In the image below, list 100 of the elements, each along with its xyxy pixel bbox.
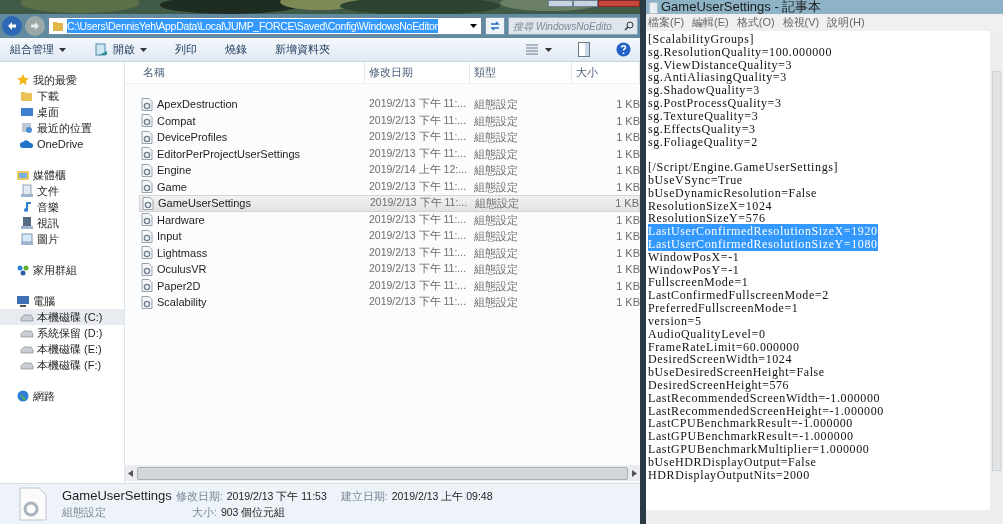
vertical-scrollbar[interactable] xyxy=(990,31,1003,510)
settings-file-icon xyxy=(141,246,153,260)
computer-icon xyxy=(16,294,30,308)
sidebar-item[interactable]: 音樂 xyxy=(0,199,124,215)
file-name: Hardware xyxy=(157,212,205,228)
toolbar-button[interactable]: 列印 xyxy=(171,39,201,60)
column-header[interactable]: 修改日期 xyxy=(365,62,470,83)
file-name: ApexDestruction xyxy=(157,97,238,112)
file-row[interactable]: Scalability 2019/2/13 下午 11:... 組態設定 1 KB xyxy=(139,294,640,311)
window-title: GameUserSettings - 記事本 xyxy=(661,0,822,14)
sidebar-item[interactable]: 電腦 xyxy=(0,293,124,309)
settings-file-icon xyxy=(141,295,153,309)
file-row[interactable]: Lightmass 2019/2/13 下午 11:... 組態設定 1 KB xyxy=(139,244,640,261)
type-cell-text: 組態設定 xyxy=(473,278,519,294)
date-cell-text: 2019/2/13 下午 11:... xyxy=(368,178,468,194)
text-line: sg.PostProcessQuality=3 xyxy=(648,96,782,111)
horizontal-scrollbar[interactable] xyxy=(125,465,640,481)
size-cell-text: 1 KB xyxy=(615,163,640,178)
settings-file-icon xyxy=(141,180,153,194)
file-name: GameUserSettings xyxy=(158,196,251,211)
settings-file-icon xyxy=(141,229,153,243)
file-row[interactable]: ApexDestruction 2019/2/13 下午 11:... 組態設定 1 KB xyxy=(139,96,640,113)
sidebar-item[interactable]: 視訊 xyxy=(0,215,124,231)
back-button[interactable] xyxy=(2,16,22,36)
sidebar-item[interactable]: 文件 xyxy=(0,183,124,199)
file-row[interactable]: EditorPerProjectUserSettings 2019/2/13 下午 11:... 組態設定 1 KB xyxy=(139,145,640,162)
text-line: version=5 xyxy=(648,313,702,328)
sidebar-item[interactable]: 本機磁碟 (E:) xyxy=(0,341,124,357)
caret-icon xyxy=(545,47,552,52)
type-cell-text: 組態設定 xyxy=(473,130,519,145)
file-row[interactable]: DeviceProfiles 2019/2/13 下午 11:... 組態設定 1 KB xyxy=(139,129,640,146)
refresh-button[interactable] xyxy=(485,17,505,35)
column-header[interactable]: 名稱 xyxy=(125,62,365,83)
scroll-left-icon xyxy=(128,469,134,477)
sidebar-item[interactable]: 下載 xyxy=(0,88,124,104)
preview-pane-icon xyxy=(578,42,590,57)
file-type: 組態設定 xyxy=(62,505,107,520)
forward-arrow-icon xyxy=(30,21,40,31)
toolbar-button[interactable]: 組合管理 xyxy=(6,39,70,60)
sidebar-item[interactable]: 最近的位置 xyxy=(0,120,124,136)
settings-file-icon xyxy=(141,279,153,293)
sidebar-item[interactable]: 家用群組 xyxy=(0,262,124,278)
size-cell-text: 1 KB xyxy=(615,179,640,195)
film-icon xyxy=(20,216,34,230)
size-cell-text: 1 KB xyxy=(614,196,639,211)
caret-icon xyxy=(140,47,147,52)
date-cell-text: 2019/2/13 下午 11:... xyxy=(368,294,468,310)
file-row[interactable]: Engine 2019/2/14 上午 12:... 組態設定 1 KB xyxy=(139,162,640,179)
menu-item[interactable]: 說明(H) xyxy=(827,14,865,31)
sidebar-item[interactable]: 媒體櫃 xyxy=(0,167,124,183)
search-field[interactable]: 搜尋 WindowsNoEdito xyxy=(508,17,638,35)
toolbar-button[interactable]: 開啟 xyxy=(90,39,151,60)
settings-file-icon xyxy=(141,114,153,128)
toolbar-button[interactable]: 燒錄 xyxy=(221,39,251,60)
toolbar-button[interactable]: 新增資料夾 xyxy=(271,39,334,60)
file-row[interactable]: GameUserSettings 2019/2/13 下午 11:... 組態設定 1 KB xyxy=(139,195,640,212)
picture-icon xyxy=(20,232,34,246)
file-name: DeviceProfiles xyxy=(157,130,228,145)
menu-item[interactable]: 格式(O) xyxy=(736,14,775,31)
folder-icon xyxy=(20,89,34,103)
sidebar-item[interactable]: 圖片 xyxy=(0,231,124,247)
file-row[interactable]: Hardware 2019/2/13 下午 11:... 組態設定 1 KB xyxy=(139,211,640,228)
sidebar-item[interactable]: 本機磁碟 (C:) xyxy=(0,309,124,325)
type-cell-text: 組態設定 xyxy=(473,295,519,310)
sidebar-item[interactable]: 系統保留 (D:) xyxy=(0,325,124,341)
maximize-button[interactable] xyxy=(573,0,598,7)
forward-button[interactable] xyxy=(25,16,45,36)
file-name: Lightmass xyxy=(157,245,208,261)
preview-pane-button[interactable] xyxy=(575,39,593,60)
file-row[interactable]: OculusVR 2019/2/13 下午 11:... 組態設定 1 KB xyxy=(139,261,640,278)
file-row[interactable]: Game 2019/2/13 下午 11:... 組態設定 1 KB xyxy=(139,178,640,195)
menu-item[interactable]: 檔案(F) xyxy=(648,14,685,31)
sidebar-item[interactable]: 本機磁碟 (F:) xyxy=(0,357,124,373)
back-arrow-icon xyxy=(7,21,17,31)
star-icon xyxy=(16,73,30,87)
text-line: WindowPosX=-1 xyxy=(648,249,740,264)
close-button[interactable] xyxy=(598,0,640,7)
size-cell-text: 1 KB xyxy=(615,146,640,162)
text-line: AudioQualityLevel=0 xyxy=(648,326,766,341)
size-cell-text: 1 KB xyxy=(615,245,640,261)
menu-item[interactable]: 檢視(V) xyxy=(782,14,820,31)
minimize-button[interactable] xyxy=(548,0,573,7)
settings-file-icon xyxy=(141,213,153,227)
detail-label: 修改日期: xyxy=(175,489,223,504)
file-row[interactable]: Paper2D 2019/2/13 下午 11:... 組態設定 1 KB xyxy=(139,277,640,294)
settings-file-icon xyxy=(141,130,153,144)
detail-value: 2019/2/13 下午 11:53 xyxy=(226,489,328,504)
menu-item[interactable]: 編輯(E) xyxy=(692,14,729,31)
file-row[interactable]: Compat 2019/2/13 下午 11:... 組態設定 1 KB xyxy=(139,112,640,129)
column-header[interactable]: 類型 xyxy=(470,62,572,83)
sidebar-item[interactable]: 網路 xyxy=(0,388,124,404)
sidebar-item[interactable]: 桌面 xyxy=(0,104,124,120)
date-cell-text: 2019/2/13 下午 11:... xyxy=(369,195,469,211)
text-line: LastGPUBenchmarkMultiplier=1.000000 xyxy=(648,442,870,456)
horizontal-scrollbar[interactable] xyxy=(646,510,1003,524)
desktop-icon xyxy=(20,105,34,119)
sidebar-item[interactable]: 我的最愛 xyxy=(0,72,124,88)
file-row[interactable]: Input 2019/2/13 下午 11:... 組態設定 1 KB xyxy=(139,228,640,245)
sidebar-item[interactable]: OneDrive xyxy=(0,136,124,152)
settings-file-icon xyxy=(141,262,153,276)
